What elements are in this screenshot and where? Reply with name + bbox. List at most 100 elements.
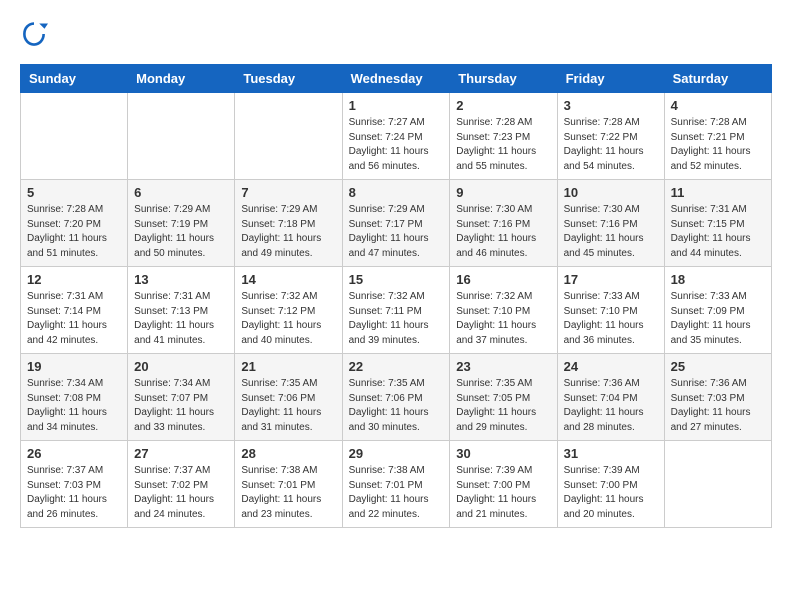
- calendar-cell: 15 Sunrise: 7:32 AM Sunset: 7:11 PM Dayli…: [342, 267, 450, 354]
- day-number: 4: [671, 98, 765, 113]
- day-number: 28: [241, 446, 335, 461]
- calendar-cell: 21 Sunrise: 7:35 AM Sunset: 7:06 PM Dayli…: [235, 354, 342, 441]
- day-number: 30: [456, 446, 550, 461]
- day-info: Sunrise: 7:36 AM Sunset: 7:04 PM Dayligh…: [564, 377, 658, 435]
- day-info: Sunrise: 7:35 AM Sunset: 7:06 PM Dayligh…: [349, 377, 444, 435]
- day-number: 27: [134, 446, 228, 461]
- day-info: Sunrise: 7:38 AM Sunset: 7:01 PM Dayligh…: [241, 464, 335, 522]
- calendar-cell: 22 Sunrise: 7:35 AM Sunset: 7:06 PM Dayli…: [342, 354, 450, 441]
- calendar-week-row: 1 Sunrise: 7:27 AM Sunset: 7:24 PM Daylig…: [21, 93, 772, 180]
- day-number: 1: [349, 98, 444, 113]
- day-info: Sunrise: 7:31 AM Sunset: 7:14 PM Dayligh…: [27, 290, 121, 348]
- calendar-cell: 20 Sunrise: 7:34 AM Sunset: 7:07 PM Dayli…: [128, 354, 235, 441]
- day-info: Sunrise: 7:37 AM Sunset: 7:03 PM Dayligh…: [27, 464, 121, 522]
- day-header-wednesday: Wednesday: [342, 65, 450, 93]
- calendar-table: SundayMondayTuesdayWednesdayThursdayFrid…: [20, 64, 772, 528]
- day-info: Sunrise: 7:39 AM Sunset: 7:00 PM Dayligh…: [456, 464, 550, 522]
- calendar-header-row: SundayMondayTuesdayWednesdayThursdayFrid…: [21, 65, 772, 93]
- day-number: 9: [456, 185, 550, 200]
- calendar-cell: 23Sunrise: 7:35 AM Sunset: 7:05 PM Dayli…: [450, 354, 557, 441]
- calendar-cell: 16Sunrise: 7:32 AM Sunset: 7:10 PM Dayli…: [450, 267, 557, 354]
- calendar-cell: 11 Sunrise: 7:31 AM Sunset: 7:15 PM Dayli…: [664, 180, 771, 267]
- calendar-cell: 24 Sunrise: 7:36 AM Sunset: 7:04 PM Dayli…: [557, 354, 664, 441]
- day-number: 12: [27, 272, 121, 287]
- day-info: Sunrise: 7:31 AM Sunset: 7:15 PM Dayligh…: [671, 203, 765, 261]
- logo: [20, 20, 52, 48]
- day-info: Sunrise: 7:28 AM Sunset: 7:21 PM Dayligh…: [671, 116, 765, 174]
- day-info: Sunrise: 7:34 AM Sunset: 7:08 PM Dayligh…: [27, 377, 121, 435]
- day-number: 10: [564, 185, 658, 200]
- day-header-thursday: Thursday: [450, 65, 557, 93]
- calendar-cell: 4 Sunrise: 7:28 AM Sunset: 7:21 PM Daylig…: [664, 93, 771, 180]
- calendar-cell: 30 Sunrise: 7:39 AM Sunset: 7:00 PM Dayli…: [450, 441, 557, 528]
- day-number: 17: [564, 272, 658, 287]
- calendar-cell: 25 Sunrise: 7:36 AM Sunset: 7:03 PM Dayli…: [664, 354, 771, 441]
- day-number: 11: [671, 185, 765, 200]
- day-info: Sunrise: 7:28 AM Sunset: 7:23 PM Dayligh…: [456, 116, 550, 174]
- calendar-cell: 14 Sunrise: 7:32 AM Sunset: 7:12 PM Dayli…: [235, 267, 342, 354]
- calendar-cell: 5 Sunrise: 7:28 AM Sunset: 7:20 PM Daylig…: [21, 180, 128, 267]
- calendar-cell: 19 Sunrise: 7:34 AM Sunset: 7:08 PM Dayli…: [21, 354, 128, 441]
- day-info: Sunrise: 7:30 AM Sunset: 7:16 PM Dayligh…: [456, 203, 550, 261]
- calendar-cell: [664, 441, 771, 528]
- day-number: 20: [134, 359, 228, 374]
- day-number: 7: [241, 185, 335, 200]
- day-number: 16: [456, 272, 550, 287]
- day-info: Sunrise: 7:32 AM Sunset: 7:11 PM Dayligh…: [349, 290, 444, 348]
- day-info: Sunrise: 7:33 AM Sunset: 7:09 PM Dayligh…: [671, 290, 765, 348]
- day-info: Sunrise: 7:29 AM Sunset: 7:18 PM Dayligh…: [241, 203, 335, 261]
- calendar-cell: 10 Sunrise: 7:30 AM Sunset: 7:16 PM Dayli…: [557, 180, 664, 267]
- day-number: 5: [27, 185, 121, 200]
- day-info: Sunrise: 7:34 AM Sunset: 7:07 PM Dayligh…: [134, 377, 228, 435]
- calendar-cell: 9 Sunrise: 7:30 AM Sunset: 7:16 PM Daylig…: [450, 180, 557, 267]
- day-number: 22: [349, 359, 444, 374]
- day-info: Sunrise: 7:30 AM Sunset: 7:16 PM Dayligh…: [564, 203, 658, 261]
- day-info: Sunrise: 7:32 AM Sunset: 7:12 PM Dayligh…: [241, 290, 335, 348]
- day-info: Sunrise: 7:28 AM Sunset: 7:20 PM Dayligh…: [27, 203, 121, 261]
- day-info: Sunrise: 7:38 AM Sunset: 7:01 PM Dayligh…: [349, 464, 444, 522]
- calendar-week-row: 26 Sunrise: 7:37 AM Sunset: 7:03 PM Dayli…: [21, 441, 772, 528]
- calendar-cell: 29 Sunrise: 7:38 AM Sunset: 7:01 PM Dayli…: [342, 441, 450, 528]
- day-info: Sunrise: 7:29 AM Sunset: 7:17 PM Dayligh…: [349, 203, 444, 261]
- calendar-cell: 1 Sunrise: 7:27 AM Sunset: 7:24 PM Daylig…: [342, 93, 450, 180]
- calendar-cell: 2 Sunrise: 7:28 AM Sunset: 7:23 PM Daylig…: [450, 93, 557, 180]
- calendar-cell: 17 Sunrise: 7:33 AM Sunset: 7:10 PM Dayli…: [557, 267, 664, 354]
- day-info: Sunrise: 7:29 AM Sunset: 7:19 PM Dayligh…: [134, 203, 228, 261]
- day-number: 26: [27, 446, 121, 461]
- calendar-cell: 6 Sunrise: 7:29 AM Sunset: 7:19 PM Daylig…: [128, 180, 235, 267]
- day-number: 25: [671, 359, 765, 374]
- page-header: [20, 20, 772, 48]
- day-number: 24: [564, 359, 658, 374]
- day-header-friday: Friday: [557, 65, 664, 93]
- day-number: 3: [564, 98, 658, 113]
- calendar-cell: 12 Sunrise: 7:31 AM Sunset: 7:14 PM Dayli…: [21, 267, 128, 354]
- calendar-cell: [21, 93, 128, 180]
- day-info: Sunrise: 7:35 AM Sunset: 7:06 PM Dayligh…: [241, 377, 335, 435]
- day-number: 8: [349, 185, 444, 200]
- day-number: 18: [671, 272, 765, 287]
- day-number: 21: [241, 359, 335, 374]
- day-header-monday: Monday: [128, 65, 235, 93]
- day-info: Sunrise: 7:27 AM Sunset: 7:24 PM Dayligh…: [349, 116, 444, 174]
- day-number: 19: [27, 359, 121, 374]
- day-number: 6: [134, 185, 228, 200]
- calendar-cell: [235, 93, 342, 180]
- day-number: 31: [564, 446, 658, 461]
- day-info: Sunrise: 7:36 AM Sunset: 7:03 PM Dayligh…: [671, 377, 765, 435]
- calendar-cell: 8 Sunrise: 7:29 AM Sunset: 7:17 PM Daylig…: [342, 180, 450, 267]
- day-header-saturday: Saturday: [664, 65, 771, 93]
- calendar-cell: 27Sunrise: 7:37 AM Sunset: 7:02 PM Dayli…: [128, 441, 235, 528]
- calendar-cell: 13Sunrise: 7:31 AM Sunset: 7:13 PM Dayli…: [128, 267, 235, 354]
- calendar-cell: 7 Sunrise: 7:29 AM Sunset: 7:18 PM Daylig…: [235, 180, 342, 267]
- logo-icon: [20, 20, 48, 48]
- calendar-week-row: 5 Sunrise: 7:28 AM Sunset: 7:20 PM Daylig…: [21, 180, 772, 267]
- day-info: Sunrise: 7:39 AM Sunset: 7:00 PM Dayligh…: [564, 464, 658, 522]
- calendar-cell: 3Sunrise: 7:28 AM Sunset: 7:22 PM Daylig…: [557, 93, 664, 180]
- day-number: 15: [349, 272, 444, 287]
- day-number: 2: [456, 98, 550, 113]
- day-info: Sunrise: 7:33 AM Sunset: 7:10 PM Dayligh…: [564, 290, 658, 348]
- calendar-week-row: 12 Sunrise: 7:31 AM Sunset: 7:14 PM Dayli…: [21, 267, 772, 354]
- day-number: 14: [241, 272, 335, 287]
- day-number: 29: [349, 446, 444, 461]
- calendar-cell: 18 Sunrise: 7:33 AM Sunset: 7:09 PM Dayli…: [664, 267, 771, 354]
